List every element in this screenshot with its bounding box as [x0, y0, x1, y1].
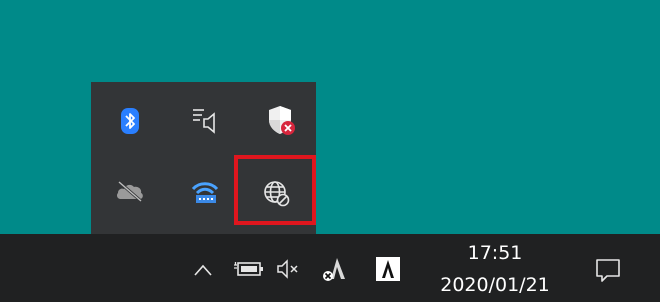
- show-hidden-icons-chevron[interactable]: [190, 258, 216, 282]
- clock-time: 17:51: [467, 242, 523, 264]
- app-a-box-icon[interactable]: [373, 254, 403, 284]
- volume-muted-icon[interactable]: [274, 257, 304, 281]
- battery-icon[interactable]: [232, 257, 266, 281]
- bluetooth-icon[interactable]: [117, 106, 143, 136]
- highlight-box: [234, 155, 316, 225]
- clock-date: 2020/01/21: [440, 274, 550, 296]
- action-center-icon[interactable]: [590, 253, 626, 287]
- notification-speaker-icon[interactable]: [188, 103, 222, 137]
- taskbar-clock[interactable]: 17:51 2020/01/21: [430, 240, 560, 296]
- security-shield-error-icon[interactable]: [262, 102, 298, 138]
- network-adapter-icon[interactable]: [187, 175, 223, 209]
- app-a-icon[interactable]: [318, 254, 350, 284]
- onedrive-offline-icon[interactable]: [112, 176, 148, 206]
